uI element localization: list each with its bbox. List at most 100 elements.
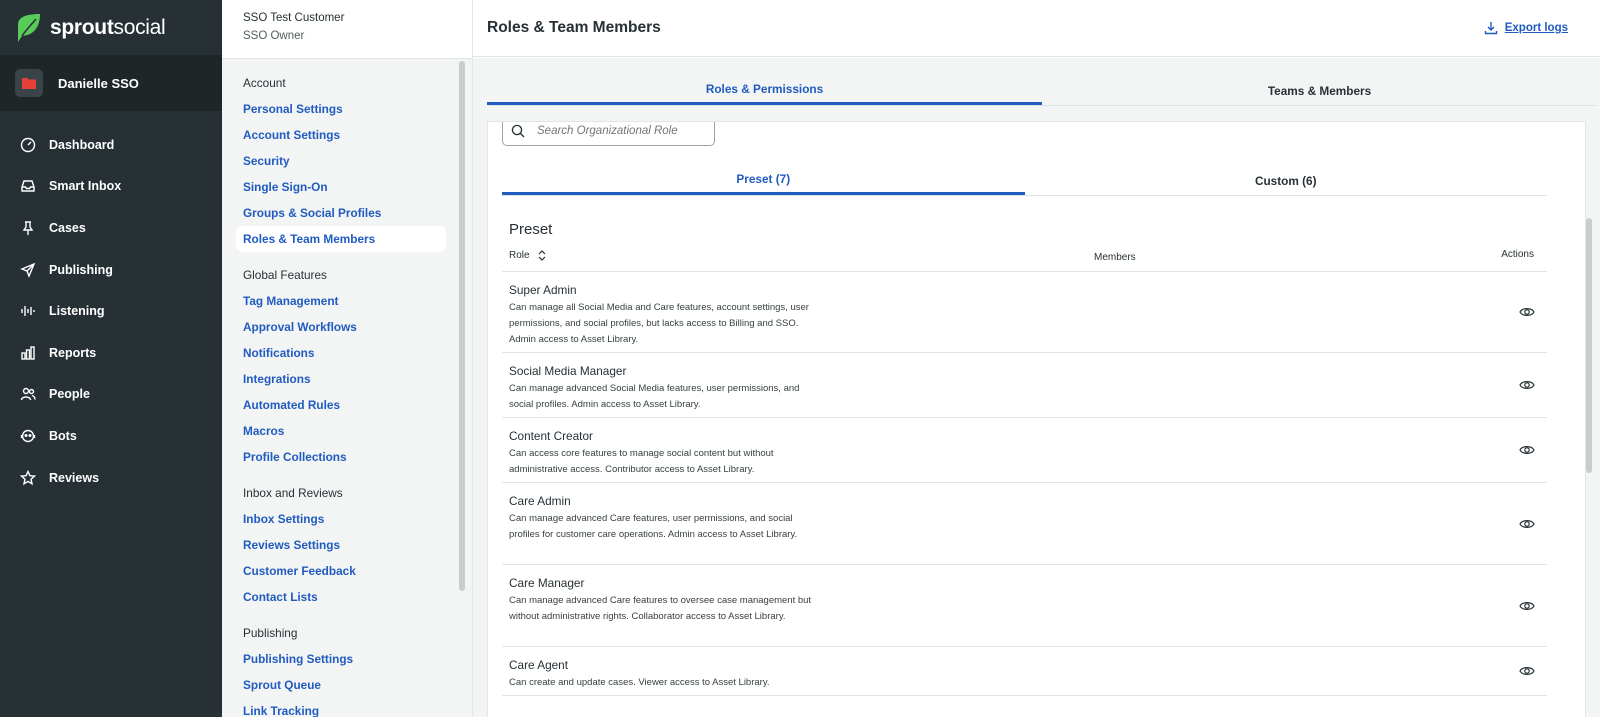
- table-row: Care Manager Can manage advanced Care fe…: [502, 565, 1547, 647]
- view-eye-icon[interactable]: [1519, 516, 1535, 532]
- settings-link-reviews-settings[interactable]: Reviews Settings: [222, 532, 460, 558]
- section-header-inbox-reviews: Inbox and Reviews: [243, 486, 343, 500]
- tab-custom[interactable]: Custom (6): [1025, 166, 1548, 195]
- nav-item-smart-inbox[interactable]: Smart Inbox: [0, 166, 222, 208]
- export-logs-link[interactable]: Export logs: [1484, 21, 1568, 35]
- role-description: Can manage advanced Care features, user …: [509, 513, 798, 540]
- nav-item-label: People: [49, 387, 90, 402]
- settings-link-approval-workflows[interactable]: Approval Workflows: [222, 314, 460, 340]
- inbox-icon: [21, 180, 35, 193]
- account-switcher[interactable]: Danielle SSO: [0, 55, 222, 111]
- settings-link-groups-social-profiles[interactable]: Groups & Social Profiles: [222, 200, 460, 226]
- star-icon: [20, 469, 36, 485]
- main-scrollbar[interactable]: [1586, 218, 1592, 473]
- paper-plane-icon: [20, 262, 36, 278]
- pin-icon: [22, 221, 34, 235]
- settings-link-integrations[interactable]: Integrations: [222, 366, 460, 392]
- view-eye-icon[interactable]: [1519, 377, 1535, 393]
- settings-link-sprout-queue[interactable]: Sprout Queue: [222, 672, 460, 698]
- view-eye-icon[interactable]: [1519, 304, 1535, 320]
- nav-item-bots[interactable]: Bots: [0, 415, 222, 457]
- role-name: Super Admin: [509, 283, 577, 297]
- account-name: Danielle SSO: [58, 75, 139, 91]
- role-description: Can create and update cases. Viewer acce…: [509, 677, 770, 688]
- tab-teams-members[interactable]: Teams & Members: [1042, 76, 1597, 105]
- settings-link-security[interactable]: Security: [222, 148, 460, 174]
- bot-icon: [20, 429, 36, 443]
- folder-icon: [15, 69, 43, 97]
- bar-chart-icon: [21, 346, 35, 360]
- settings-link-notifications[interactable]: Notifications: [222, 340, 460, 366]
- nav-item-label: Publishing: [49, 262, 113, 277]
- settings-link-macros[interactable]: Macros: [222, 418, 460, 444]
- nav-item-label: Listening: [49, 304, 105, 319]
- people-icon: [20, 388, 36, 401]
- view-eye-icon[interactable]: [1519, 663, 1535, 679]
- main-navigation: sproutsocial Danielle SSO Dashboard Smar…: [0, 0, 222, 717]
- search-input[interactable]: [537, 125, 697, 137]
- section-header-publishing: Publishing: [243, 626, 298, 640]
- nav-item-people[interactable]: People: [0, 374, 222, 416]
- role-description: Can manage all Social Media and Care fea…: [509, 302, 809, 345]
- settings-link-single-sign-on[interactable]: Single Sign-On: [222, 174, 460, 200]
- nav-item-label: Cases: [49, 220, 86, 235]
- view-eye-icon[interactable]: [1519, 442, 1535, 458]
- role-column-header[interactable]: Role: [509, 250, 546, 261]
- nav-item-label: Bots: [49, 428, 77, 443]
- download-icon: [1484, 22, 1497, 35]
- role-type-tabs: Preset (7) Custom (6): [502, 166, 1547, 196]
- nav-item-publishing[interactable]: Publishing: [0, 249, 222, 291]
- nav-item-reports[interactable]: Reports: [0, 332, 222, 374]
- settings-link-profile-collections[interactable]: Profile Collections: [222, 444, 460, 470]
- sort-icon: [538, 250, 546, 261]
- section-header-account: Account: [243, 76, 286, 90]
- table-row: Care Agent Can create and update cases. …: [502, 647, 1547, 696]
- sprout-logo-icon: [18, 13, 40, 42]
- settings-link-roles-team-members[interactable]: Roles & Team Members: [236, 226, 446, 252]
- members-column-header: Members: [1094, 252, 1136, 263]
- role-description: Can manage advanced Care features to ove…: [509, 595, 812, 622]
- role-description: Can access core features to manage socia…: [509, 448, 774, 475]
- settings-link-tag-management[interactable]: Tag Management: [222, 288, 460, 314]
- primary-tabs: Roles & Permissions Teams & Members: [487, 76, 1597, 106]
- settings-link-link-tracking[interactable]: Link Tracking: [222, 698, 460, 717]
- tab-roles-permissions[interactable]: Roles & Permissions: [487, 76, 1042, 105]
- section-title: Preset: [509, 221, 553, 238]
- settings-link-contact-lists[interactable]: Contact Lists: [222, 584, 460, 610]
- roles-table-body: Super Admin Can manage all Social Media …: [502, 272, 1547, 696]
- page-title: Roles & Team Members: [487, 19, 661, 36]
- nav-item-reviews[interactable]: Reviews: [0, 457, 222, 499]
- settings-link-customer-feedback[interactable]: Customer Feedback: [222, 558, 460, 584]
- table-row: Social Media Manager Can manage advanced…: [502, 353, 1547, 418]
- nav-list: Dashboard Smart Inbox Cases Publishing L…: [0, 124, 222, 498]
- actions-column-header: Actions: [1501, 249, 1534, 260]
- customer-header: SSO Test Customer SSO Owner: [222, 0, 472, 59]
- role-name: Social Media Manager: [509, 364, 627, 378]
- search-icon: [511, 124, 525, 138]
- section-header-global-features: Global Features: [243, 268, 327, 282]
- role-description: Can manage advanced Social Media feature…: [509, 383, 800, 410]
- settings-link-automated-rules[interactable]: Automated Rules: [222, 392, 460, 418]
- settings-link-personal-settings[interactable]: Personal Settings: [222, 96, 460, 122]
- roles-body: Roles & Permissions Teams & Members Pres…: [473, 58, 1600, 717]
- view-eye-icon[interactable]: [1519, 598, 1535, 614]
- tab-preset[interactable]: Preset (7): [502, 166, 1025, 195]
- table-row: Content Creator Can access core features…: [502, 418, 1547, 483]
- nav-item-label: Reports: [49, 345, 97, 360]
- nav-item-cases[interactable]: Cases: [0, 207, 222, 249]
- brand[interactable]: sproutsocial: [0, 0, 222, 55]
- nav-item-dashboard[interactable]: Dashboard: [0, 124, 222, 166]
- customer-name: SSO Test Customer: [243, 12, 345, 24]
- role-name: Care Manager: [509, 576, 585, 590]
- main-content: Roles & Team Members Export logs Roles &…: [473, 0, 1600, 717]
- settings-link-inbox-settings[interactable]: Inbox Settings: [222, 506, 460, 532]
- waveform-icon: [21, 306, 35, 317]
- brand-wordmark: sproutsocial: [50, 15, 166, 39]
- settings-link-account-settings[interactable]: Account Settings: [222, 122, 460, 148]
- nav-item-label: Smart Inbox: [49, 179, 122, 194]
- nav-item-listening[interactable]: Listening: [0, 290, 222, 332]
- role-name: Care Admin: [509, 494, 571, 508]
- search-box[interactable]: [502, 122, 715, 146]
- table-row: Super Admin Can manage all Social Media …: [502, 272, 1547, 353]
- settings-link-publishing-settings[interactable]: Publishing Settings: [222, 646, 460, 672]
